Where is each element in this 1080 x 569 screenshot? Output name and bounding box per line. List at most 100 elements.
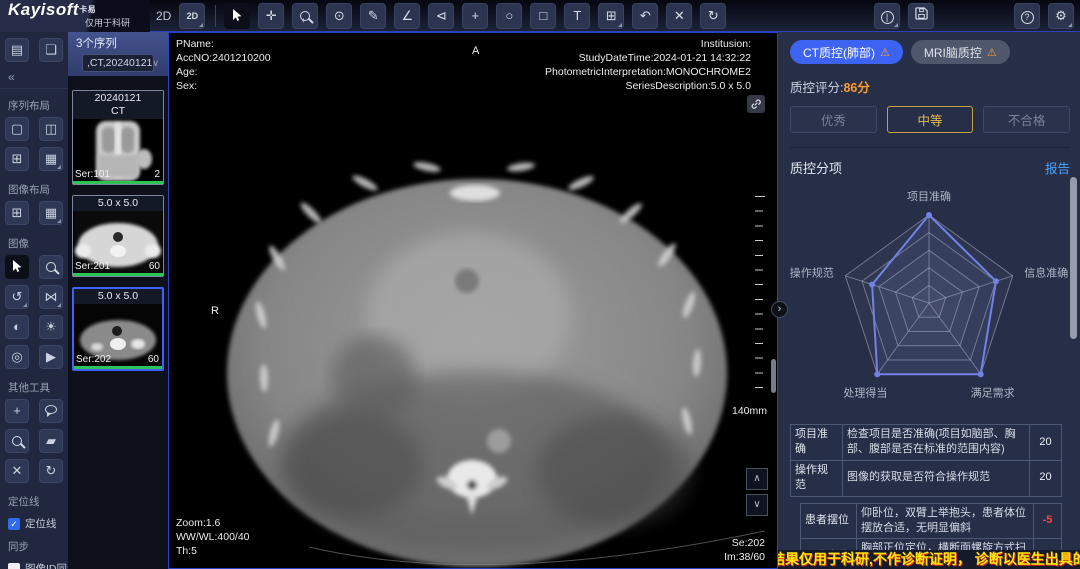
dropdown-corner <box>23 303 27 307</box>
study-dropdown[interactable]: ,CT,20240121 ∨ <box>82 54 154 72</box>
delete-tool-button[interactable]: ✕ <box>5 459 29 483</box>
rotate-button[interactable]: ↺ <box>5 285 29 309</box>
criteria-score: 20 <box>1030 460 1062 496</box>
qc-radar-chart-wrap: 项目准确信息准确满足需求处理得当操作规范 <box>790 179 1070 424</box>
img-layout-3x3-icon: ▦ <box>45 205 57 220</box>
toolbar-right-group: | ? ⚙ <box>874 3 1080 29</box>
point-marker-button[interactable]: + <box>462 3 488 29</box>
layout-select-button[interactable]: 2D <box>179 3 205 29</box>
series-thumbnail-201[interactable]: 5.0 x 5.0 Ser:201 60 <box>72 195 164 277</box>
qc-subsection-title: 质控分项 <box>790 158 842 177</box>
reset-button[interactable]: ↻ <box>700 3 726 29</box>
scroll-up-button[interactable]: ∧ <box>746 468 768 490</box>
rect-roi-button[interactable]: □ <box>530 3 556 29</box>
pan-tool-button[interactable]: ✛ <box>258 3 284 29</box>
qc-panel-scrollbar[interactable] <box>1070 177 1077 339</box>
warning-icon: ⚠ <box>987 46 997 59</box>
reset-tool-button[interactable]: ↻ <box>39 459 63 483</box>
cursor-icon <box>230 8 244 22</box>
probe-tool-button[interactable]: ⊙ <box>326 3 352 29</box>
tab-ct-qc[interactable]: CT质控(肺部) ⚠ <box>790 40 903 64</box>
collapse-sidebar-button[interactable]: « <box>0 68 68 89</box>
delete-annotation-button[interactable]: ✕ <box>666 3 692 29</box>
img-layout-3x3-button[interactable]: ▦ <box>39 201 63 225</box>
checkbox-checked[interactable]: ✓ <box>8 518 20 530</box>
layout-1x2-button[interactable]: ◫ <box>39 117 63 141</box>
cine-grid-button[interactable]: ⊞ <box>598 3 624 29</box>
criteria-score: 20 <box>1030 425 1062 461</box>
tagline: 仅用于科研 <box>8 18 144 28</box>
scroll-down-button[interactable]: ∨ <box>746 494 768 516</box>
series-thumbnail-202-selected[interactable]: 5.0 x 5.0 Ser:202 60 <box>72 287 164 371</box>
pointer-tool-button[interactable] <box>224 3 250 29</box>
pointer-sidebar-button[interactable] <box>5 255 29 279</box>
rectangle-icon: □ <box>539 8 547 23</box>
invert-button[interactable]: ◎ <box>5 345 29 369</box>
orientation-marker-right: R <box>211 305 219 317</box>
warning-icon: ⚠ <box>880 46 890 59</box>
left-tool-sidebar: ▤ ❏ « 序列布局 ▢ ◫ ⊞ ▦ 图像布局 ⊞ ▦ 图像 ↺ ⋈ ◐ ☀ <box>0 32 68 569</box>
svg-text:信息准确: 信息准确 <box>1024 266 1068 280</box>
layout-2x2-icon: ⊞ <box>12 151 23 166</box>
thumbnail-image: Ser:201 60 <box>73 211 163 273</box>
image-scrollbar-thumb[interactable] <box>771 359 776 393</box>
measure-length-button[interactable]: ✎ <box>360 3 386 29</box>
flip-icon: ⋈ <box>45 289 58 304</box>
layout-3x3-button[interactable]: ▦ <box>39 147 63 171</box>
progress-bar <box>73 273 163 276</box>
series-thumbnail-101[interactable]: 20240121 CT Ser:101 2 <box>72 90 164 185</box>
cursor-icon <box>10 259 24 273</box>
chevron-down-icon: ∨ <box>152 58 159 69</box>
undo-button[interactable]: ↶ <box>632 3 658 29</box>
flip-button[interactable]: ⋈ <box>39 285 63 309</box>
contrast-icon: ◐ <box>13 319 21 334</box>
tab-mri-qc[interactable]: MRI脑质控 ⚠ <box>911 40 1010 64</box>
series-number: Ser:101 <box>75 169 110 180</box>
help-button[interactable]: ? <box>1014 3 1040 29</box>
study-dropdown-value: ,CT,20240121 <box>87 57 152 69</box>
info-button[interactable]: | <box>874 3 900 29</box>
comment-tool-button[interactable] <box>39 399 63 423</box>
locator-checkbox-row[interactable]: ✓ 定位线 <box>0 513 68 534</box>
roi-magnify-button[interactable] <box>5 429 29 453</box>
brightness-icon: ☀ <box>45 319 57 334</box>
dropdown-corner <box>57 165 61 169</box>
report-link[interactable]: 报告 <box>1045 158 1070 177</box>
add-tool-button[interactable]: + <box>5 399 29 423</box>
contrast-button[interactable]: ◐ <box>5 315 29 339</box>
locator-section-label: 定位线 <box>0 489 68 513</box>
grade-excellent-button[interactable]: 优秀 <box>790 106 877 133</box>
text-annotation-button[interactable]: T <box>564 3 590 29</box>
measure-angle-button[interactable]: ∠ <box>394 3 420 29</box>
app-window: Kayisoft卡易 仅用于科研 2D 2D ✛ + ⊙ ✎ ∠ ⊲ + ○ □… <box>0 0 1080 569</box>
qc-panel: CT质控(肺部) ⚠ MRI脑质控 ⚠ 质控评分:86分 优秀 中等 不合格 质… <box>778 32 1080 569</box>
magnifier-icon <box>46 262 56 272</box>
main-viewport[interactable]: PName: AccNO:2401210200 Age: Sex: A R In… <box>168 32 778 569</box>
layout-2x2-button[interactable]: ⊞ <box>5 147 29 171</box>
eraser-button[interactable]: ▰ <box>39 429 63 453</box>
layout-1x1-button[interactable]: ▢ <box>5 117 29 141</box>
import-series-button[interactable]: ❏ <box>39 38 63 62</box>
panel-toggle-button[interactable]: ▤ <box>5 38 29 62</box>
settings-button[interactable]: ⚙ <box>1048 3 1074 29</box>
cobb-angle-button[interactable]: ⊲ <box>428 3 454 29</box>
panel-expander-button[interactable]: › <box>771 301 788 318</box>
table-row: 操作规范 图像的获取是否符合操作规范 20 <box>791 460 1062 496</box>
grade-medium-button[interactable]: 中等 <box>887 106 974 133</box>
criteria-desc: 图像的获取是否符合操作规范 <box>843 460 1030 496</box>
ellipse-roi-button[interactable]: ○ <box>496 3 522 29</box>
grade-fail-button[interactable]: 不合格 <box>983 106 1070 133</box>
disclaimer-text: 结果仅用于科研,不作诊断证明， 诊断以医生出具的诊断 <box>778 550 1080 569</box>
series-header: 3个序列 ,CT,20240121 ∨ <box>68 32 168 76</box>
brightness-button[interactable]: ☀ <box>39 315 63 339</box>
img-layout-2x2-button[interactable]: ⊞ <box>5 201 29 225</box>
dropdown-corner <box>199 23 203 27</box>
link-series-button[interactable] <box>747 95 765 113</box>
magnifier-button[interactable] <box>39 255 63 279</box>
sync-imageid-row[interactable]: 图像ID同步 <box>0 558 68 569</box>
cine-play-button[interactable]: ▶ <box>39 345 63 369</box>
mode-2d-label: 2D <box>156 9 171 23</box>
zoom-tool-button[interactable]: + <box>292 3 318 29</box>
checkbox[interactable] <box>8 563 20 569</box>
save-button[interactable] <box>908 3 934 29</box>
